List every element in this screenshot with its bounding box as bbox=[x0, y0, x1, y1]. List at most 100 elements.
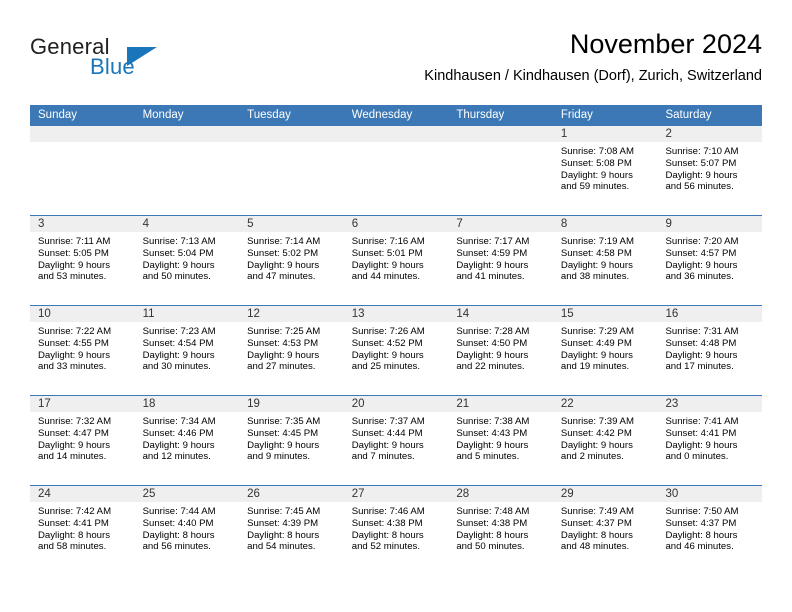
day-details: Sunrise: 7:45 AM Sunset: 4:39 PM Daylight:… bbox=[239, 502, 344, 553]
calendar-day-cell[interactable]: 29 Sunrise: 7:49 AM Sunset: 4:37 PM Dayligh… bbox=[552, 486, 658, 575]
weekday-header-wednesday: Wednesday bbox=[351, 109, 413, 121]
day-detail-line: Sunset: 5:02 PM bbox=[247, 247, 319, 259]
calendar-day-cell[interactable]: 11 Sunrise: 7:23 AM Sunset: 4:54 PM Dayligh… bbox=[134, 306, 240, 395]
calendar-day-cell[interactable]: 3 Sunrise: 7:11 AM Sunset: 5:05 PM Daylight… bbox=[30, 216, 135, 305]
calendar-day-cell[interactable]: 1 Sunrise: 7:08 AM Sunset: 5:08 PM Daylight… bbox=[552, 126, 658, 215]
calendar-day-cell[interactable]: 10 Sunrise: 7:22 AM Sunset: 4:55 PM Dayligh… bbox=[30, 306, 135, 395]
calendar-day-cell[interactable]: 5 Sunrise: 7:14 AM Sunset: 5:02 PM Daylight… bbox=[239, 216, 344, 305]
day-detail-line: Sunrise: 7:22 AM bbox=[38, 326, 112, 337]
day-details: Sunrise: 7:29 AM Sunset: 4:49 PM Daylight:… bbox=[553, 322, 658, 373]
day-detail-line: Daylight: 9 hours bbox=[560, 169, 633, 181]
day-number: 20 bbox=[343, 396, 449, 412]
day-details: Sunrise: 7:32 AM Sunset: 4:47 PM Daylight:… bbox=[30, 412, 135, 463]
calendar-day-cell[interactable]: 24 Sunrise: 7:42 AM Sunset: 4:41 PM Dayligh… bbox=[30, 486, 135, 575]
calendar-day-cell[interactable]: 20 Sunrise: 7:37 AM Sunset: 4:44 PM Dayligh… bbox=[343, 396, 449, 485]
calendar-day-cell[interactable]: 30 Sunrise: 7:50 AM Sunset: 4:37 PM Dayligh… bbox=[657, 486, 763, 575]
calendar-day-cell[interactable]: 13 Sunrise: 7:26 AM Sunset: 4:52 PM Dayligh… bbox=[343, 306, 449, 395]
calendar-day-cell[interactable]: 22 Sunrise: 7:39 AM Sunset: 4:42 PM Dayligh… bbox=[552, 396, 658, 485]
page-subtitle: Kindhausen / Kindhausen (Dorf), Zurich, … bbox=[424, 68, 762, 84]
day-number bbox=[448, 126, 553, 142]
day-detail-line: Daylight: 9 hours bbox=[247, 259, 320, 271]
day-detail-line: Daylight: 9 hours bbox=[247, 349, 320, 361]
day-number: 22 bbox=[552, 396, 658, 412]
day-details: Sunrise: 7:28 AM Sunset: 4:50 PM Daylight:… bbox=[448, 322, 553, 373]
calendar-day-cell[interactable]: 16 Sunrise: 7:31 AM Sunset: 4:48 PM Dayligh… bbox=[657, 306, 763, 395]
day-details: Sunrise: 7:35 AM Sunset: 4:45 PM Daylight:… bbox=[239, 412, 344, 463]
day-number: 17 bbox=[30, 396, 135, 412]
day-detail-line: Daylight: 8 hours bbox=[560, 529, 633, 541]
calendar-grid: Sunday Monday Tuesday Wednesday Thursday… bbox=[30, 105, 763, 575]
day-detail-line: Sunset: 4:58 PM bbox=[560, 247, 632, 259]
calendar-day-cell[interactable]: 2 Sunrise: 7:10 AM Sunset: 5:07 PM Daylight… bbox=[657, 126, 763, 215]
calendar-day-cell[interactable]: 6 Sunrise: 7:16 AM Sunset: 5:01 PM Daylight… bbox=[343, 216, 449, 305]
weekday-header-sunday: Sunday bbox=[38, 109, 78, 121]
day-detail-line: Sunrise: 7:14 AM bbox=[247, 236, 321, 247]
day-detail-line: and 46 minutes. bbox=[665, 541, 734, 553]
day-detail-line: Sunrise: 7:26 AM bbox=[351, 326, 425, 337]
day-detail-line: Daylight: 9 hours bbox=[38, 259, 110, 271]
day-number: 8 bbox=[552, 216, 658, 232]
calendar-day-cell[interactable]: 12 Sunrise: 7:25 AM Sunset: 4:53 PM Dayligh… bbox=[239, 306, 344, 395]
day-detail-line: Sunset: 4:39 PM bbox=[247, 517, 319, 529]
brand-logo[interactable]: General Blue bbox=[30, 34, 260, 90]
calendar-day-cell[interactable]: 25 Sunrise: 7:44 AM Sunset: 4:40 PM Dayligh… bbox=[134, 486, 240, 575]
day-detail-line: Sunset: 4:40 PM bbox=[142, 517, 214, 529]
day-detail-line: Sunrise: 7:23 AM bbox=[142, 326, 216, 337]
day-detail-line: and 9 minutes. bbox=[247, 451, 311, 463]
day-detail-line: Daylight: 9 hours bbox=[351, 349, 424, 361]
calendar-day-cell[interactable]: 9 Sunrise: 7:20 AM Sunset: 4:57 PM Daylight… bbox=[657, 216, 763, 305]
calendar-day-cell[interactable]: 14 Sunrise: 7:28 AM Sunset: 4:50 PM Dayligh… bbox=[448, 306, 553, 395]
day-details: Sunrise: 7:16 AM Sunset: 5:01 PM Daylight:… bbox=[344, 232, 449, 283]
day-detail-line: Sunrise: 7:19 AM bbox=[560, 236, 634, 247]
calendar-day-cell[interactable]: 4 Sunrise: 7:13 AM Sunset: 5:04 PM Daylight… bbox=[134, 216, 240, 305]
calendar-day-cell[interactable]: 26 Sunrise: 7:45 AM Sunset: 4:39 PM Dayligh… bbox=[239, 486, 344, 575]
day-detail-line: Daylight: 9 hours bbox=[456, 259, 529, 271]
calendar-day-cell-empty bbox=[448, 126, 553, 215]
day-number: 12 bbox=[239, 306, 344, 322]
calendar-day-cell[interactable]: 23 Sunrise: 7:41 AM Sunset: 4:41 PM Dayligh… bbox=[657, 396, 763, 485]
day-number: 25 bbox=[134, 486, 240, 502]
calendar-day-cell[interactable]: 17 Sunrise: 7:32 AM Sunset: 4:47 PM Dayligh… bbox=[30, 396, 135, 485]
day-detail-line: Sunrise: 7:10 AM bbox=[665, 146, 739, 157]
calendar-day-cell[interactable]: 7 Sunrise: 7:17 AM Sunset: 4:59 PM Daylight… bbox=[448, 216, 553, 305]
day-number bbox=[239, 126, 344, 142]
calendar-day-cell[interactable]: 15 Sunrise: 7:29 AM Sunset: 4:49 PM Dayligh… bbox=[552, 306, 658, 395]
day-detail-line: Sunrise: 7:08 AM bbox=[560, 146, 634, 157]
day-details: Sunrise: 7:22 AM Sunset: 4:55 PM Daylight:… bbox=[30, 322, 135, 373]
day-detail-line: and 22 minutes. bbox=[456, 361, 525, 373]
day-number: 30 bbox=[657, 486, 763, 502]
calendar-day-cell[interactable]: 18 Sunrise: 7:34 AM Sunset: 4:46 PM Dayligh… bbox=[134, 396, 240, 485]
day-number: 2 bbox=[657, 126, 763, 142]
day-details: Sunrise: 7:13 AM Sunset: 5:04 PM Daylight:… bbox=[135, 232, 240, 283]
day-detail-line: Sunrise: 7:34 AM bbox=[142, 416, 216, 427]
calendar-day-cell[interactable]: 27 Sunrise: 7:46 AM Sunset: 4:38 PM Dayligh… bbox=[343, 486, 449, 575]
calendar-week-row: 17 Sunrise: 7:32 AM Sunset: 4:47 PM Dayligh… bbox=[30, 395, 763, 485]
calendar-day-cell[interactable]: 28 Sunrise: 7:48 AM Sunset: 4:38 PM Dayligh… bbox=[448, 486, 553, 575]
calendar-day-cell[interactable]: 19 Sunrise: 7:35 AM Sunset: 4:45 PM Dayligh… bbox=[239, 396, 344, 485]
day-detail-line: Sunrise: 7:46 AM bbox=[351, 506, 425, 517]
day-detail-line: and 27 minutes. bbox=[247, 361, 316, 373]
day-number: 9 bbox=[657, 216, 763, 232]
day-detail-line: and 33 minutes. bbox=[38, 361, 107, 373]
day-detail-line: Sunrise: 7:50 AM bbox=[665, 506, 739, 517]
day-detail-line: Daylight: 8 hours bbox=[351, 529, 424, 541]
day-details: Sunrise: 7:39 AM Sunset: 4:42 PM Daylight:… bbox=[553, 412, 658, 463]
day-details: Sunrise: 7:42 AM Sunset: 4:41 PM Daylight:… bbox=[30, 502, 135, 553]
day-detail-line: Sunset: 4:41 PM bbox=[38, 517, 109, 529]
day-detail-line: Sunset: 5:04 PM bbox=[142, 247, 214, 259]
day-details: Sunrise: 7:11 AM Sunset: 5:05 PM Daylight:… bbox=[30, 232, 135, 283]
weekday-header-saturday: Saturday bbox=[665, 109, 712, 121]
calendar-day-cell-empty bbox=[343, 126, 449, 215]
calendar-day-cell[interactable]: 8 Sunrise: 7:19 AM Sunset: 4:58 PM Daylight… bbox=[552, 216, 658, 305]
calendar-day-cell[interactable]: 21 Sunrise: 7:38 AM Sunset: 4:43 PM Dayligh… bbox=[448, 396, 553, 485]
day-detail-line: Sunrise: 7:49 AM bbox=[560, 506, 634, 517]
day-details: Sunrise: 7:50 AM Sunset: 4:37 PM Daylight:… bbox=[657, 502, 762, 553]
day-details bbox=[30, 142, 135, 146]
day-details: Sunrise: 7:23 AM Sunset: 4:54 PM Daylight:… bbox=[135, 322, 240, 373]
day-detail-line: Sunrise: 7:32 AM bbox=[38, 416, 112, 427]
day-detail-line: and 41 minutes. bbox=[456, 271, 525, 283]
day-number: 28 bbox=[448, 486, 553, 502]
day-details: Sunrise: 7:41 AM Sunset: 4:41 PM Daylight:… bbox=[657, 412, 762, 463]
day-detail-line: Sunset: 4:37 PM bbox=[560, 517, 632, 529]
day-detail-line: Sunset: 5:07 PM bbox=[665, 157, 737, 169]
